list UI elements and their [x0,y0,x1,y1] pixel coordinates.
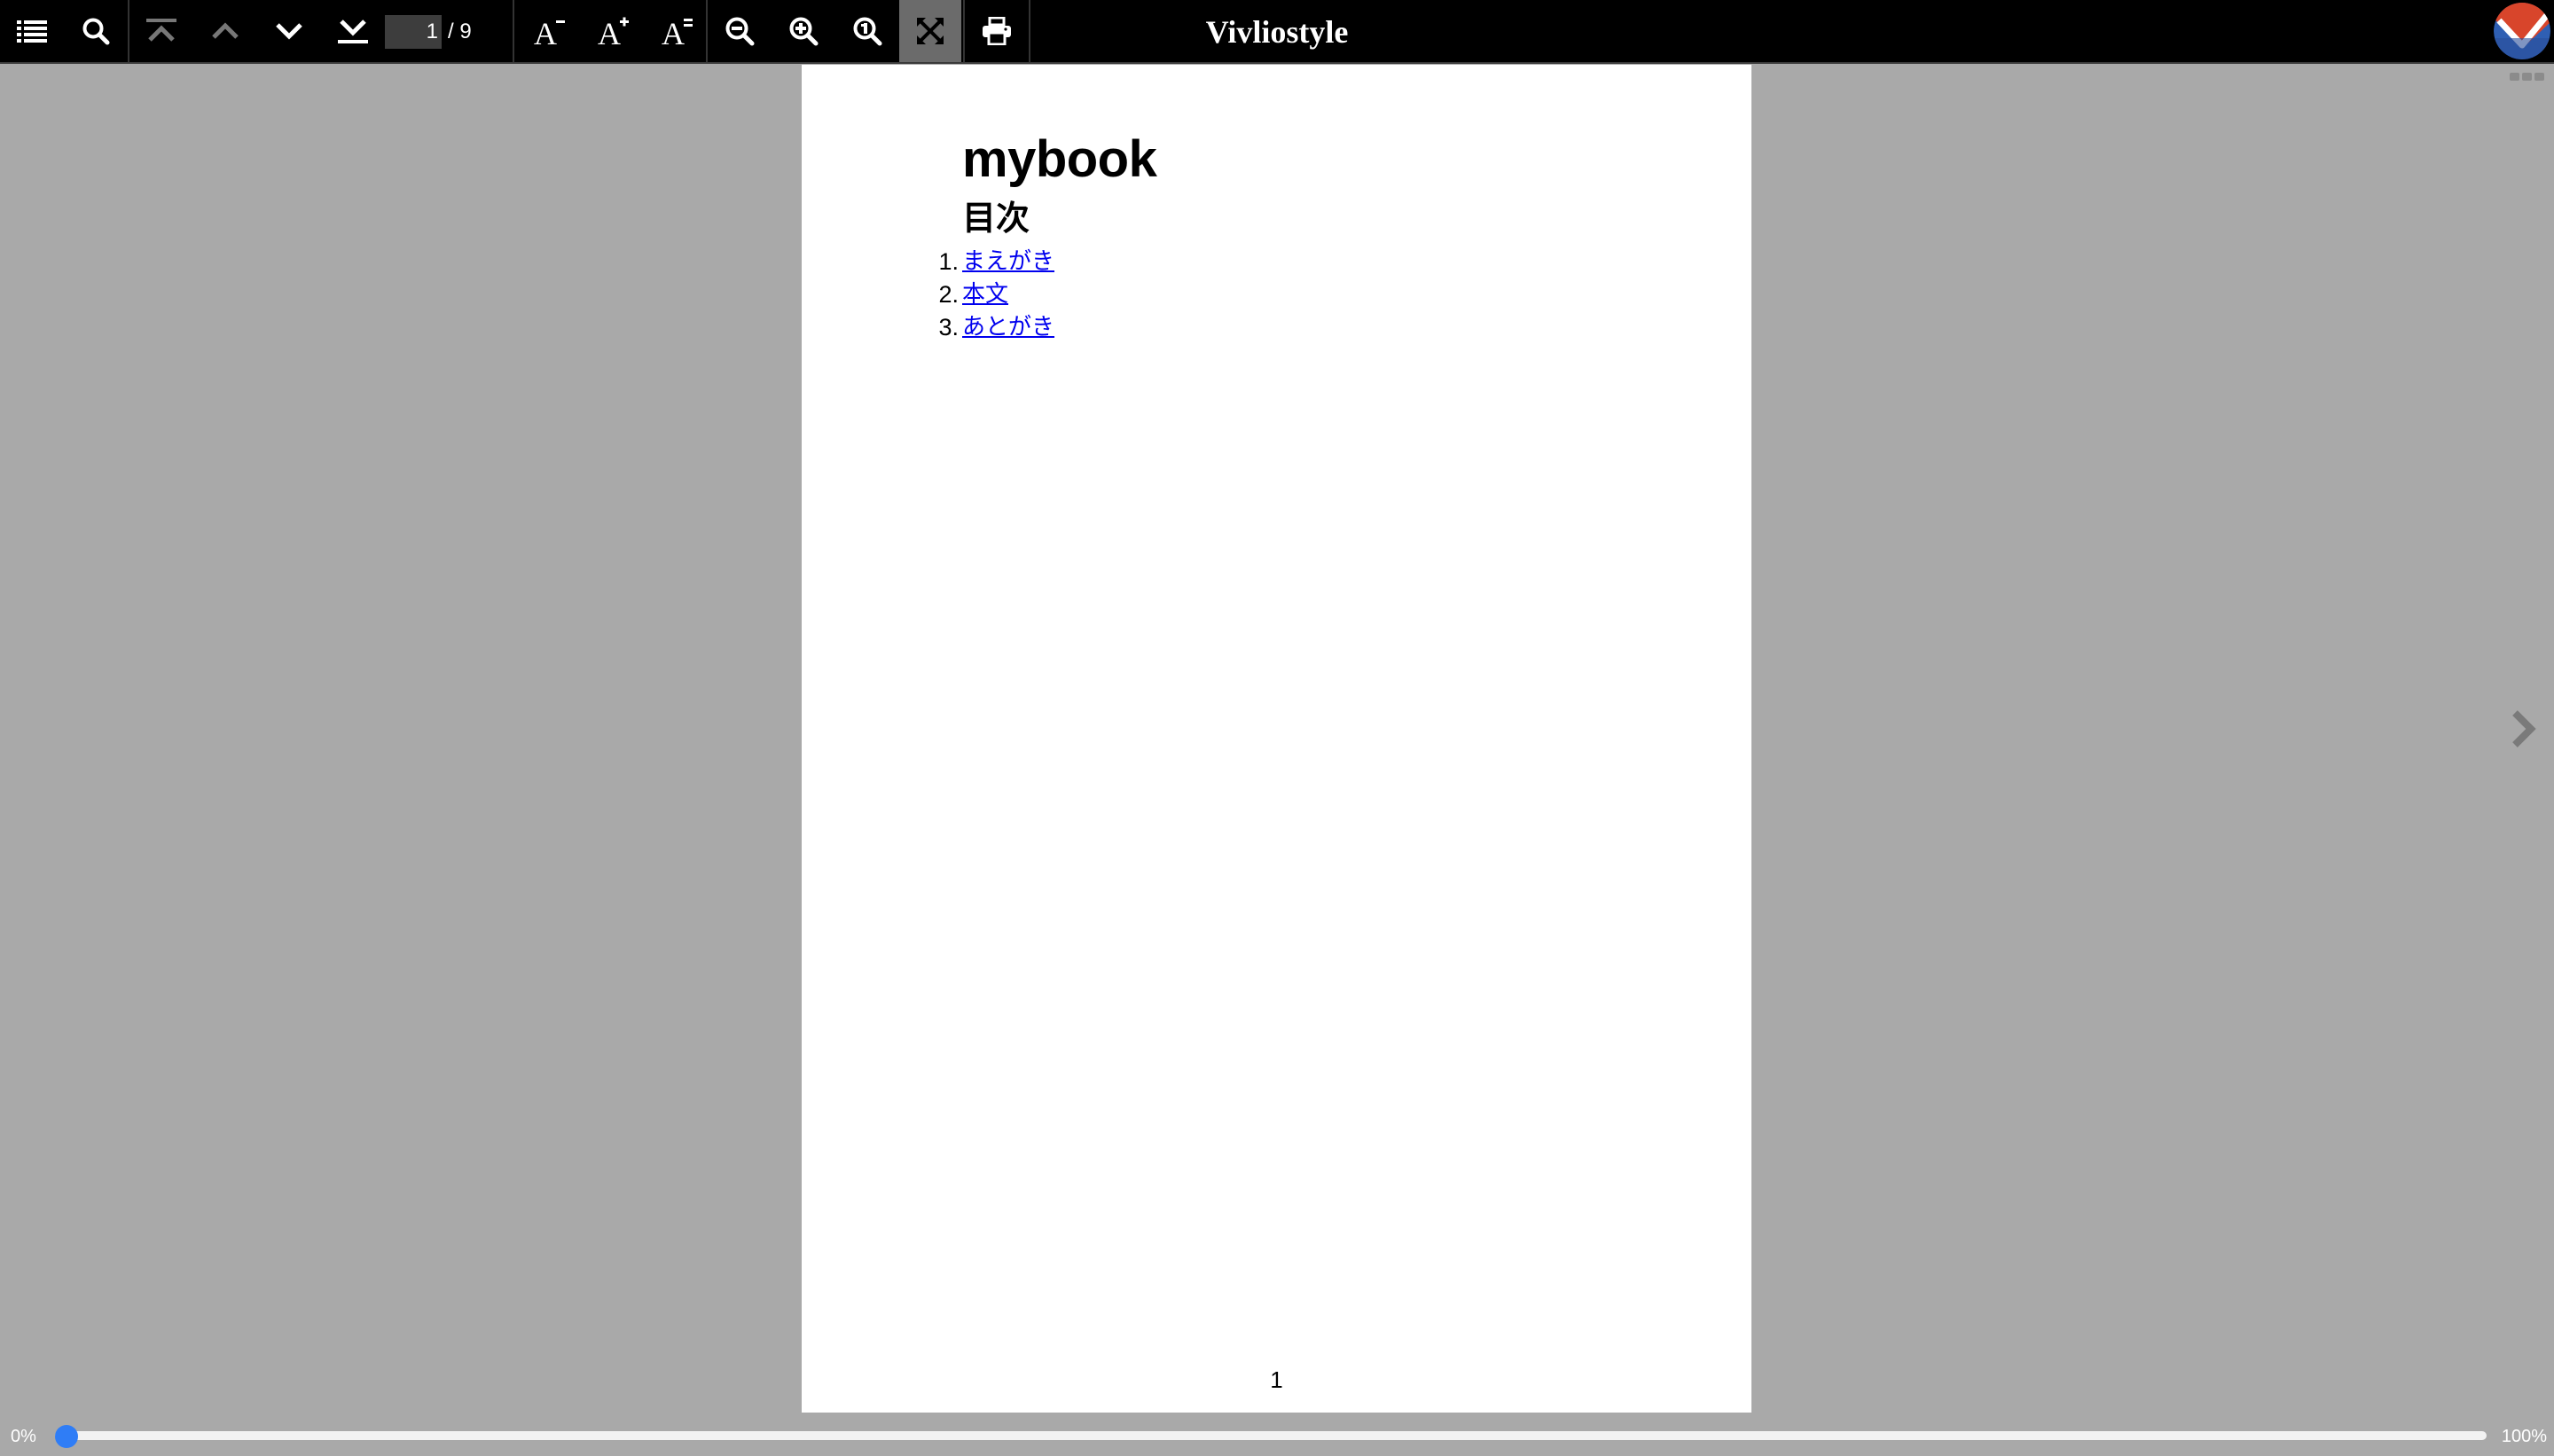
font-decrease-icon: A [534,16,565,47]
zoom-in-button[interactable] [772,0,835,62]
progress-bar: 0% 100% [0,1415,2554,1456]
chevron-right-icon [2512,710,2536,748]
toc-item: 3. あとがき [938,311,1054,344]
last-page-icon [338,20,368,43]
font-increase-icon: A [598,16,629,47]
svg-text:A: A [534,16,557,47]
toc-item-number: 2. [938,281,959,308]
toc-button[interactable] [0,0,64,62]
first-page-button[interactable] [129,0,193,62]
progress-track[interactable] [55,1425,2487,1448]
progress-min-label: 0% [11,1427,36,1446]
progress-slider-thumb[interactable] [55,1425,78,1448]
zoom-actual-icon [853,17,882,46]
toc-link-maegaki[interactable]: まえがき [962,248,1054,275]
fit-to-screen-button[interactable] [899,0,961,62]
zoom-actual-size-button[interactable] [835,0,899,62]
progress-max-label: 100% [2501,1427,2547,1446]
default-font-button[interactable]: A [646,0,709,62]
toc-item: 2. 本文 [938,278,1054,311]
toolbar-separator [513,0,514,62]
chevron-down-icon [276,23,302,40]
page-number-input[interactable] [385,15,442,49]
menu-dot [2510,73,2519,81]
settings-menu-handle[interactable] [2510,73,2544,81]
toc-link-atogaki[interactable]: あとがき [962,314,1054,341]
font-default-icon: A [662,16,693,47]
zoom-out-icon [725,17,755,46]
fit-screen-icon [917,18,944,44]
toolbar: / 9 A A A [0,0,2554,64]
next-page-arrow[interactable] [2501,702,2545,755]
zoom-in-icon [789,17,819,46]
print-icon [983,17,1011,45]
chevron-up-icon [212,22,239,39]
app-title: Vivliostyle [1205,14,1349,50]
toc-item-number: 3. [938,314,959,341]
search-icon [82,18,110,45]
toc-item: 1. まえがき [938,246,1054,278]
search-button[interactable] [64,0,128,62]
last-page-button[interactable] [321,0,385,62]
zoom-out-button[interactable] [708,0,772,62]
increase-font-button[interactable]: A [582,0,646,62]
svg-text:A: A [598,16,621,47]
next-page-button[interactable] [257,0,321,62]
print-button[interactable] [965,0,1029,62]
list-icon [17,20,47,43]
toc-heading: 目次 [962,199,1030,238]
document-title: mybook [962,130,1157,188]
vivliostyle-logo-icon[interactable] [2494,3,2550,59]
toc-link-honbun[interactable]: 本文 [962,281,1008,308]
menu-dot [2534,73,2544,81]
decrease-font-button[interactable]: A [518,0,582,62]
previous-page-button[interactable] [193,0,257,62]
toolbar-separator [1029,0,1030,62]
page-total-label: / 9 [448,20,472,43]
first-page-icon [146,19,176,42]
page-footer-number: 1 [1270,1366,1283,1393]
menu-dot [2522,73,2532,81]
toc-item-number: 1. [938,248,959,275]
document-page: mybook 目次 1. まえがき 2. 本文 3. あとがき 1 [802,65,1751,1413]
toc-list: 1. まえがき 2. 本文 3. あとがき [938,246,1054,344]
svg-text:A: A [662,16,685,47]
